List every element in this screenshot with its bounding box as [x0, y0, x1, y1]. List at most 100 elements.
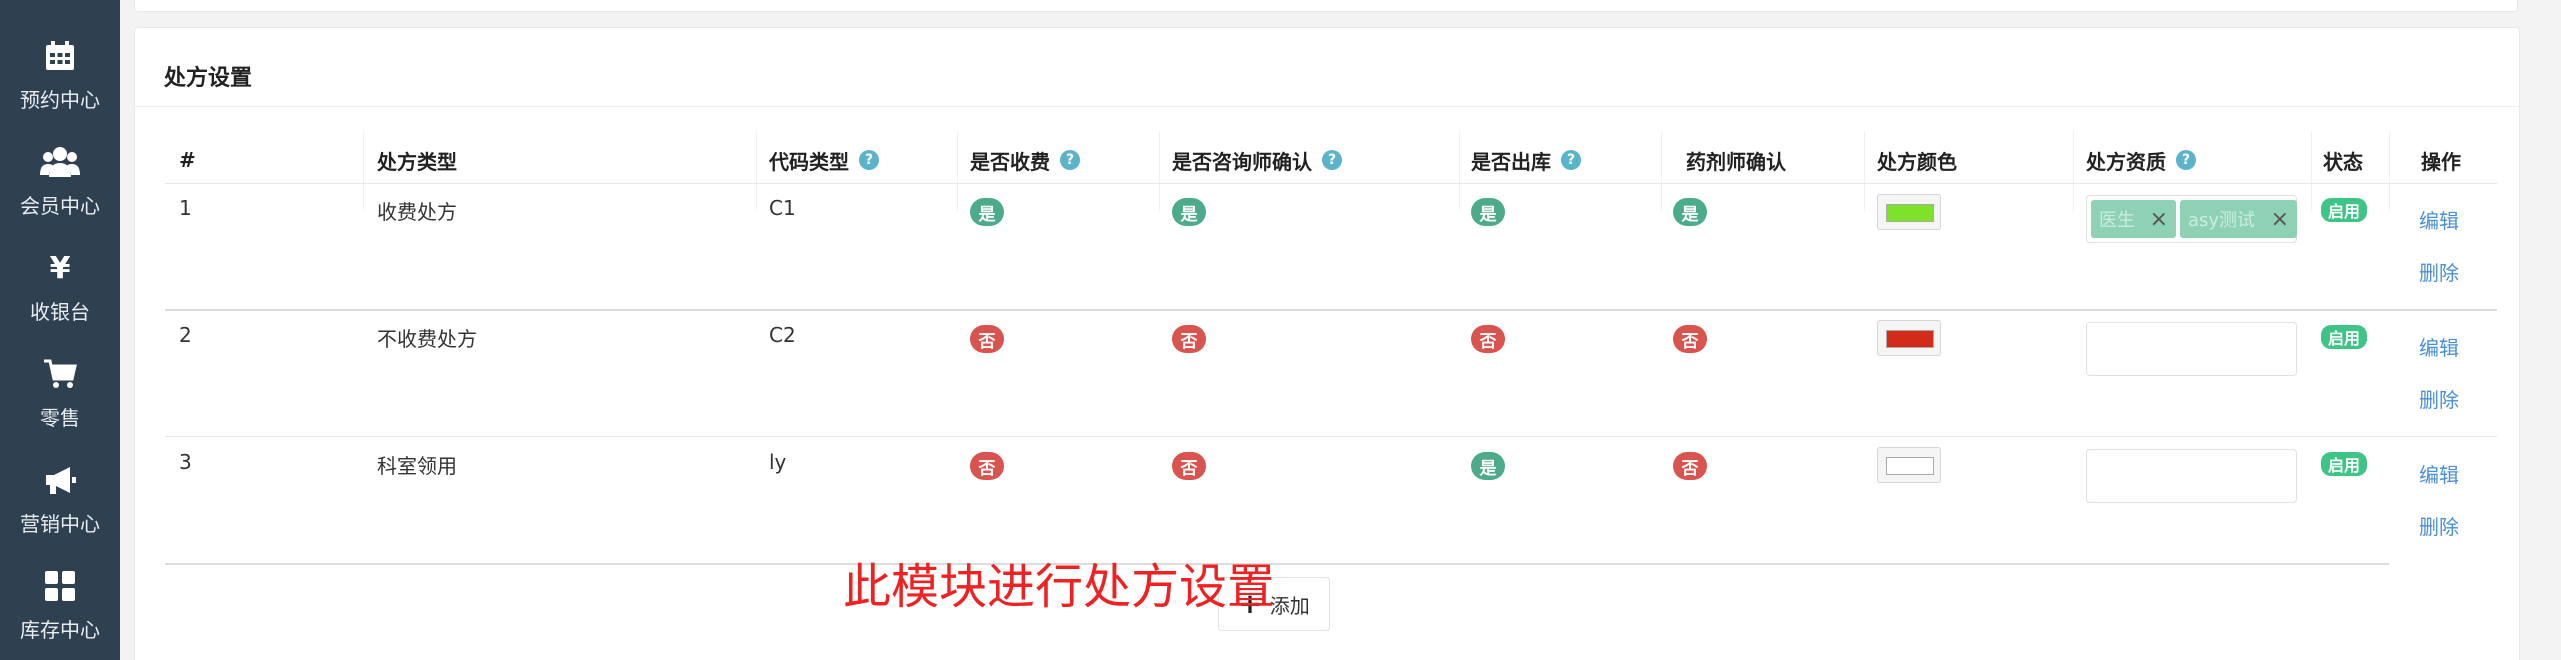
charge-badge: 是 — [970, 198, 1004, 226]
qualification-select[interactable] — [2086, 322, 2297, 376]
status-badge: 启用 — [2321, 452, 2368, 476]
tag-remove-icon[interactable]: × — [2150, 207, 2168, 232]
grid-icon — [0, 566, 120, 606]
header-status: 状态 — [2323, 144, 2363, 176]
row-index: 1 — [179, 196, 192, 220]
edit-link[interactable]: 编辑 — [2419, 459, 2459, 488]
previous-panel — [134, 0, 2518, 12]
sidebar-item-members[interactable]: 会员中心 — [0, 126, 120, 232]
row-divider — [165, 436, 2497, 437]
title-divider — [135, 106, 2519, 107]
column-divider — [1661, 131, 1662, 211]
header-qualification: 处方资质? — [2086, 144, 2196, 176]
pharmacist-badge: 否 — [1673, 325, 1707, 353]
delete-link[interactable]: 删除 — [2419, 511, 2459, 540]
sidebar-item-retail[interactable]: 零售 — [0, 338, 120, 444]
header-consult: 是否咨询师确认? — [1172, 144, 1342, 176]
row-code: ly — [769, 450, 787, 474]
column-divider — [957, 131, 958, 211]
consult-badge: 是 — [1172, 198, 1206, 226]
outbound-badge: 否 — [1471, 325, 1505, 353]
sidebar-item-inventory[interactable]: 库存中心 — [0, 550, 120, 656]
table-bottom-divider — [165, 563, 2389, 565]
qualification-tag: 医生 × — [2091, 200, 2176, 238]
edit-link[interactable]: 编辑 — [2419, 205, 2459, 234]
row-type: 不收费处方 — [377, 327, 477, 351]
annotation-text: 此模块进行处方设置 — [843, 559, 1276, 615]
header-ops: 操作 — [2421, 144, 2461, 176]
color-swatch — [1886, 457, 1934, 475]
outbound-badge: 是 — [1471, 198, 1505, 226]
header-outbound: 是否出库? — [1471, 144, 1581, 176]
header-type: 处方类型 — [377, 144, 457, 176]
yen-icon: ¥ — [49, 250, 71, 286]
help-icon[interactable]: ? — [859, 150, 879, 170]
row-divider — [165, 309, 2497, 311]
tag-label: asy测试 — [2188, 210, 2256, 231]
header-color: 处方颜色 — [1877, 144, 1957, 176]
help-icon[interactable]: ? — [1060, 150, 1080, 170]
add-button-label: 添加 — [1269, 593, 1310, 618]
sidebar: 预约中心 会员中心 ¥ 收银台 零售 营销中心 库存中心 — [0, 0, 120, 660]
header-ops-label: 操作 — [2421, 149, 2461, 174]
header-status-label: 状态 — [2323, 149, 2363, 174]
header-index-label: # — [179, 148, 196, 172]
column-divider — [1864, 131, 1865, 211]
pharmacist-badge: 否 — [1673, 452, 1707, 480]
header-code-label: 代码类型 — [769, 149, 849, 174]
header-consult-label: 是否咨询师确认 — [1172, 149, 1312, 174]
color-picker[interactable] — [1877, 320, 1941, 356]
help-icon[interactable]: ? — [2176, 150, 2196, 170]
consult-badge: 否 — [1172, 325, 1206, 353]
sidebar-item-label: 会员中心 — [20, 194, 100, 218]
cart-icon — [0, 354, 120, 394]
row-index: 2 — [179, 323, 192, 347]
edit-link[interactable]: 编辑 — [2419, 332, 2459, 361]
sidebar-item-label: 预约中心 — [20, 88, 100, 112]
help-icon[interactable]: ? — [1561, 150, 1581, 170]
sidebar-item-cashier[interactable]: ¥ 收银台 — [0, 232, 120, 338]
column-divider — [2073, 131, 2074, 211]
users-icon — [0, 142, 120, 182]
charge-badge: 否 — [970, 325, 1004, 353]
qualification-select[interactable]: 医生 × asy测试 × — [2086, 195, 2297, 243]
status-badge: 启用 — [2321, 198, 2368, 222]
delete-link[interactable]: 删除 — [2419, 257, 2459, 286]
qualification-tag: asy测试 × — [2180, 200, 2297, 238]
header-charge-label: 是否收费 — [970, 149, 1050, 174]
status-badge: 启用 — [2321, 325, 2368, 349]
tag-label: 医生 — [2099, 210, 2135, 231]
prescription-settings-panel: 处方设置 # 处方类型 代码类型? 是否收费? 是否咨询师确认? 是否出库? 药… — [134, 27, 2520, 660]
color-picker[interactable] — [1877, 194, 1941, 230]
column-divider — [363, 131, 364, 211]
header-charge: 是否收费? — [970, 144, 1080, 176]
header-code: 代码类型? — [769, 144, 879, 176]
header-index: # — [179, 144, 196, 176]
row-code: C2 — [769, 323, 796, 347]
color-swatch — [1886, 330, 1934, 348]
help-icon[interactable]: ? — [1322, 150, 1342, 170]
color-picker[interactable] — [1877, 447, 1941, 483]
panel-title: 处方设置 — [164, 66, 253, 91]
sidebar-item-appointment[interactable]: 预约中心 — [0, 20, 120, 126]
sidebar-item-marketing[interactable]: 营销中心 — [0, 444, 120, 550]
column-divider — [2311, 131, 2312, 211]
header-type-label: 处方类型 — [377, 149, 457, 174]
pharmacist-badge: 是 — [1673, 198, 1707, 226]
qualification-select[interactable] — [2086, 449, 2297, 503]
row-type: 科室领用 — [377, 454, 457, 478]
megaphone-icon — [0, 460, 120, 500]
color-swatch — [1886, 204, 1934, 222]
column-divider — [2389, 131, 2390, 211]
sidebar-item-label: 营销中心 — [20, 512, 100, 536]
column-divider — [1459, 131, 1460, 211]
sidebar-item-label: 库存中心 — [20, 618, 100, 642]
row-type: 收费处方 — [377, 200, 457, 224]
row-code: C1 — [769, 196, 796, 220]
delete-link[interactable]: 删除 — [2419, 384, 2459, 413]
sidebar-item-label: 收银台 — [30, 300, 90, 324]
tag-remove-icon[interactable]: × — [2271, 207, 2289, 232]
header-pharmacist-label: 药剂师确认 — [1686, 149, 1786, 174]
column-divider — [1159, 131, 1160, 211]
column-divider — [756, 131, 757, 211]
